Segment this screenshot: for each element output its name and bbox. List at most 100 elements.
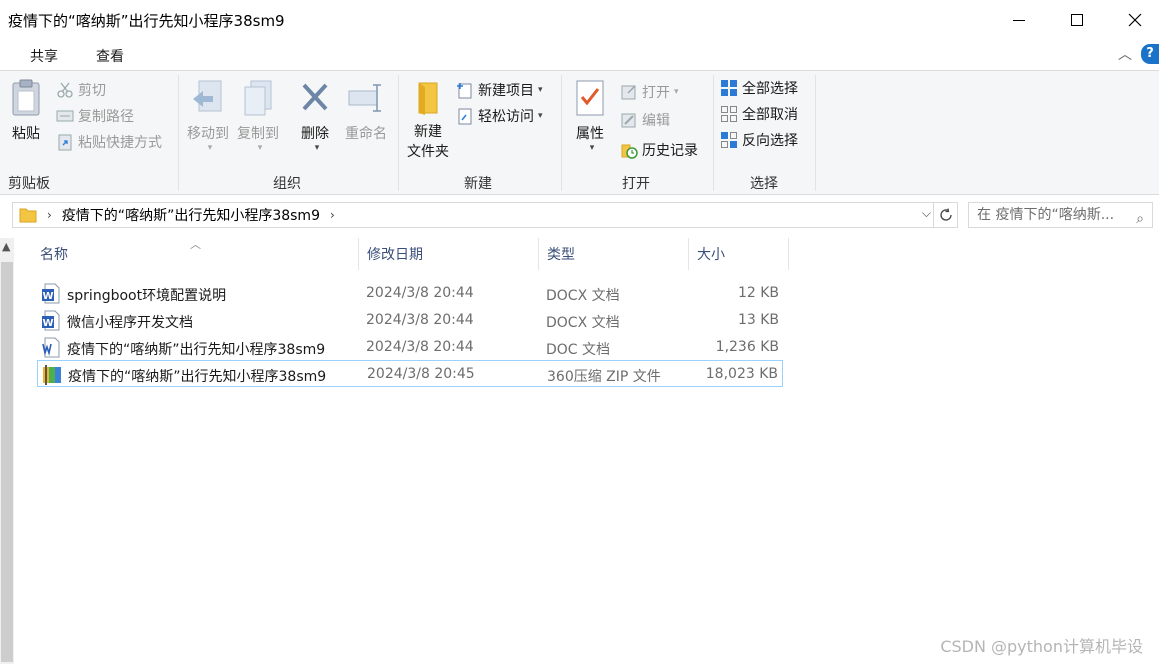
search-icon[interactable]: ⌕ (1136, 207, 1144, 227)
rename-label: 重命名 (345, 126, 387, 142)
paste-shortcut-button[interactable]: 粘贴快捷方式 (56, 131, 162, 153)
history-icon (621, 144, 638, 159)
paste-shortcut-label: 粘贴快捷方式 (78, 135, 162, 151)
invert-selection-icon (721, 132, 737, 148)
refresh-button[interactable] (934, 202, 958, 228)
chevron-right-icon[interactable]: › (330, 208, 335, 222)
copy-path-button[interactable]: 复制路径 (56, 105, 134, 127)
file-type: 360压缩 ZIP 文件 (547, 369, 661, 385)
easy-access-label: 轻松访问 (478, 109, 534, 125)
move-to-button[interactable]: 移动到 ▾ (184, 79, 232, 153)
organize-group-label: 组织 (273, 176, 301, 192)
select-group-label: 选择 (750, 176, 778, 192)
properties-button[interactable]: 属性 ▾ (568, 79, 612, 153)
group-divider (178, 75, 179, 191)
delete-icon (302, 83, 328, 111)
navigation-pane-scrollbar[interactable]: ▲ (0, 238, 14, 664)
search-input[interactable]: 在 疫情下的“喀纳斯... ⌕ (968, 202, 1153, 228)
help-icon[interactable]: ? (1141, 44, 1159, 64)
ribbon-tabs: 共享 查看 ︿ ? (0, 40, 1159, 70)
new-item-icon (457, 83, 472, 99)
address-row: › 疫情下的“喀纳斯”出行先知小程序38sm9 › ⌵ 在 疫情下的“喀纳斯..… (0, 196, 1159, 236)
tab-share[interactable]: 共享 (30, 46, 58, 66)
chevron-down-icon[interactable]: ⌵ (922, 206, 931, 221)
copy-to-icon (244, 80, 272, 116)
move-to-label: 移动到 (187, 126, 229, 142)
select-none-button[interactable]: 全部取消 (720, 103, 798, 125)
column-header-type[interactable]: 类型 (539, 238, 689, 270)
zip-archive-icon (43, 365, 61, 385)
new-group-label: 新建 (464, 176, 492, 192)
new-folder-button[interactable]: 新建 文件夹 (404, 79, 452, 161)
maximize-button[interactable] (1048, 0, 1106, 40)
rename-icon (348, 84, 381, 112)
folder-icon (19, 208, 37, 223)
address-bar[interactable]: › 疫情下的“喀纳斯”出行先知小程序38sm9 › ⌵ (12, 202, 934, 228)
file-row[interactable]: W springboot环境配置说明 2024/3/8 20:44 DOCX 文… (37, 280, 783, 307)
file-name: springboot环境配置说明 (67, 288, 227, 304)
word-docx-icon: W (42, 283, 60, 304)
file-row[interactable]: W 微信小程序开发文档 2024/3/8 20:44 DOCX 文档 13 KB (37, 307, 783, 334)
easy-access-button[interactable]: 轻松访问 ▾ (456, 105, 543, 127)
new-folder-label-line1: 新建 (414, 124, 442, 140)
copy-to-button[interactable]: 复制到 ▾ (234, 79, 282, 153)
watermark: CSDN @python计算机毕设 (940, 637, 1143, 656)
new-folder-label-line2: 文件夹 (407, 144, 449, 160)
new-item-button[interactable]: 新建项目 ▾ (456, 79, 543, 101)
group-divider (398, 75, 399, 191)
scroll-up-icon[interactable]: ▲ (2, 240, 10, 253)
file-row[interactable]: 疫情下的“喀纳斯”出行先知小程序38sm9 2024/3/8 20:44 DOC… (37, 334, 783, 361)
open-button[interactable]: 打开 ▾ (620, 81, 679, 103)
refresh-icon (939, 208, 952, 221)
file-type: DOC 文档 (546, 342, 611, 358)
tab-view[interactable]: 查看 (96, 46, 124, 66)
edit-icon (621, 113, 636, 128)
cut-button[interactable]: 剪切 (56, 79, 106, 101)
close-button[interactable] (1106, 0, 1159, 40)
column-header-name[interactable]: 名称 (32, 238, 359, 270)
file-name: 疫情下的“喀纳斯”出行先知小程序38sm9 (67, 342, 326, 358)
file-date: 2024/3/8 20:45 (367, 366, 475, 382)
file-size: 12 KB (737, 285, 779, 301)
select-all-button[interactable]: 全部选择 (720, 77, 798, 99)
open-group-label: 打开 (622, 176, 650, 192)
collapse-ribbon-icon[interactable]: ︿ (1118, 44, 1132, 64)
cut-label: 剪切 (78, 83, 106, 99)
file-row[interactable]: 疫情下的“喀纳斯”出行先知小程序38sm9 2024/3/8 20:45 360… (37, 360, 783, 387)
word-doc-icon (42, 337, 60, 358)
breadcrumb[interactable]: 疫情下的“喀纳斯”出行先知小程序38sm9 (62, 205, 320, 225)
svg-text:W: W (42, 291, 53, 302)
copy-to-label: 复制到 (237, 126, 279, 142)
maximize-icon (1071, 14, 1083, 26)
select-all-label: 全部选择 (742, 81, 798, 97)
column-headers: 名称 修改日期 类型 大小 (14, 238, 814, 270)
select-none-label: 全部取消 (742, 107, 798, 123)
rename-button[interactable]: 重命名 (340, 79, 392, 143)
delete-label: 删除 (301, 126, 329, 142)
open-dropdown-icon: ▾ (674, 87, 679, 97)
scrollbar-thumb[interactable] (1, 262, 13, 662)
easy-access-dropdown-icon: ▾ (538, 111, 543, 121)
file-date: 2024/3/8 20:44 (366, 312, 474, 328)
chevron-right-icon[interactable]: › (47, 208, 52, 222)
word-docx-icon: W (42, 310, 60, 331)
new-folder-icon (418, 82, 438, 115)
new-item-label: 新建项目 (478, 83, 534, 99)
minimize-button[interactable] (990, 0, 1048, 40)
scissors-icon (57, 82, 73, 98)
copy-to-dropdown-icon: ▾ (257, 143, 263, 153)
copy-path-icon (56, 110, 74, 122)
window-title: 疫情下的“喀纳斯”出行先知小程序38sm9 (8, 12, 285, 30)
column-header-date[interactable]: 修改日期 (359, 238, 539, 270)
group-divider (561, 75, 562, 191)
edit-button[interactable]: 编辑 (620, 109, 670, 131)
search-placeholder: 在 疫情下的“喀纳斯... (977, 207, 1115, 223)
column-header-size[interactable]: 大小 (689, 238, 789, 270)
file-size: 18,023 KB (705, 366, 778, 382)
delete-button[interactable]: 删除 ▾ (292, 79, 338, 153)
properties-dropdown-icon: ▾ (589, 143, 595, 153)
paste-button[interactable]: 粘贴 (4, 79, 48, 143)
properties-label: 属性 (576, 126, 604, 142)
invert-selection-button[interactable]: 反向选择 (720, 129, 798, 151)
history-button[interactable]: 历史记录 (620, 139, 698, 161)
